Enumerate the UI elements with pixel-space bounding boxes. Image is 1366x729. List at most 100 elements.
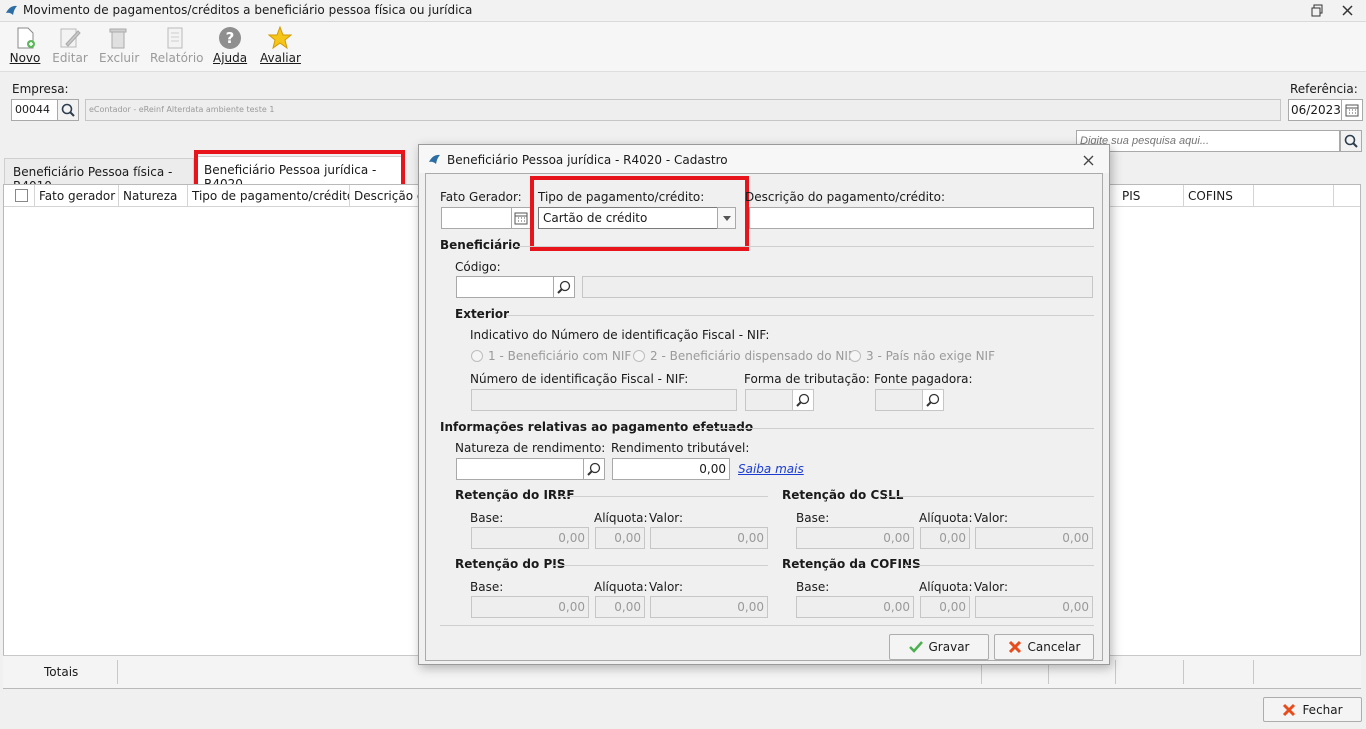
cofins-valor-input: 0,00	[975, 596, 1093, 618]
radio-button[interactable]	[471, 350, 483, 362]
select-all-checkbox[interactable]	[15, 189, 28, 202]
forma-tributacao-input	[745, 389, 793, 411]
natureza-rendimento-search-button[interactable]	[583, 458, 605, 480]
section-separator	[904, 565, 1094, 566]
retencao-csll-title: Retenção do CSLL	[782, 488, 904, 502]
close-x-icon	[1283, 703, 1296, 716]
section-separator	[552, 565, 768, 566]
fato-gerador-input[interactable]	[441, 207, 512, 229]
cofins-base-label: Base:	[796, 580, 830, 594]
col-pis[interactable]: PIS	[1118, 185, 1184, 207]
descricao-label: Descrição do pagamento/crédito:	[745, 190, 946, 204]
radio-button[interactable]	[633, 350, 645, 362]
report-icon	[167, 27, 183, 49]
exterior-section-title: Exterior	[455, 307, 510, 321]
irrf-base-label: Base:	[470, 511, 504, 525]
cofins-base-input: 0,00	[796, 596, 914, 618]
saiba-mais-link[interactable]: Saiba mais	[738, 462, 804, 476]
pis-valor-label: Valor:	[649, 580, 684, 594]
footer-separator	[440, 625, 1094, 626]
irrf-valor-input: 0,00	[650, 527, 768, 549]
search-button[interactable]	[1340, 130, 1362, 152]
section-separator	[514, 246, 1094, 247]
nif-option-3[interactable]: 3 - País não exige NIF	[849, 349, 995, 363]
novo-button[interactable]: Novo	[8, 26, 42, 70]
magnifier-icon	[926, 393, 940, 407]
ajuda-button[interactable]: ? Ajuda	[213, 26, 247, 70]
codigo-label: Código:	[455, 260, 501, 274]
col-natureza[interactable]: Natureza	[119, 185, 188, 207]
radio-button[interactable]	[849, 350, 861, 362]
nif-option-1[interactable]: 1 - Beneficiário com NIF	[471, 349, 631, 363]
col-tipo-pagamento[interactable]: Tipo de pagamento/crédito	[188, 185, 350, 207]
rendimento-tributavel-label: Rendimento tributável:	[611, 441, 750, 455]
info-section-title: Informações relativas ao pagamento efetu…	[440, 420, 754, 434]
totals-divider	[1253, 660, 1254, 684]
help-icon: ?	[219, 27, 241, 49]
svg-text:?: ?	[226, 29, 235, 47]
checkmark-icon	[908, 641, 923, 653]
empresa-code-input[interactable]: 00044	[11, 99, 58, 121]
natureza-rendimento-label: Natureza de rendimento:	[455, 441, 606, 455]
cofins-valor-label: Valor:	[974, 580, 1009, 594]
beneficiario-name-field	[582, 276, 1093, 298]
forma-tributacao-search-button[interactable]	[792, 389, 814, 411]
codigo-search-button[interactable]	[553, 276, 575, 298]
referencia-input[interactable]: 06/2023	[1288, 99, 1342, 121]
fechar-button[interactable]: Fechar	[1263, 697, 1362, 722]
csll-valor-input: 0,00	[975, 527, 1093, 549]
excluir-button[interactable]: Excluir	[99, 26, 139, 70]
restore-icon[interactable]	[1311, 4, 1324, 17]
dialog-title: Beneficiário Pessoa jurídica - R4020 - C…	[447, 153, 728, 167]
avaliar-button[interactable]: Avaliar	[260, 26, 301, 70]
editar-button[interactable]: Editar	[52, 26, 88, 70]
retencao-pis-title: Retenção do PIS	[455, 557, 566, 571]
magnifier-icon	[557, 280, 571, 294]
toolbar: Novo Editar Excluir Relatório ? Ajuda Av…	[0, 22, 1366, 72]
search-input[interactable]	[1076, 130, 1340, 152]
totals-label: Totais	[44, 665, 79, 679]
csll-valor-label: Valor:	[974, 511, 1009, 525]
referencia-label: Referência:	[1290, 82, 1358, 96]
irrf-base-input: 0,00	[471, 527, 589, 549]
retencao-irrf-title: Retenção do IRRF	[455, 488, 575, 502]
section-separator	[886, 496, 1094, 497]
rendimento-tributavel-input[interactable]: 0,00	[612, 458, 730, 480]
pis-aliquota-input: 0,00	[595, 596, 645, 618]
star-icon	[268, 26, 292, 50]
section-separator	[506, 315, 1094, 316]
empresa-name-field: eContador - eReinf Alterdata ambiente te…	[85, 99, 1281, 121]
section-separator	[702, 428, 1094, 429]
window-titlebar: Movimento de pagamentos/créditos a benef…	[0, 0, 1366, 22]
descricao-input[interactable]	[749, 207, 1094, 229]
col-empty	[1254, 185, 1334, 207]
fato-gerador-label: Fato Gerador:	[440, 190, 522, 204]
trash-icon	[109, 28, 127, 49]
cancelar-button[interactable]: Cancelar	[994, 634, 1094, 660]
nif-option-2[interactable]: 2 - Beneficiário dispensado do NIF	[633, 349, 855, 363]
gravar-button[interactable]: Gravar	[889, 634, 989, 660]
referencia-calendar-button[interactable]	[1341, 99, 1363, 121]
natureza-rendimento-input[interactable]	[456, 458, 584, 480]
tab-pessoa-fisica[interactable]: Beneficiário Pessoa física - R4010	[4, 158, 194, 193]
relatorio-button[interactable]: Relatório	[150, 26, 204, 70]
fonte-pagadora-search-button[interactable]	[922, 389, 944, 411]
csll-base-input: 0,00	[796, 527, 914, 549]
dialog-titlebar: Beneficiário Pessoa jurídica - R4020 - C…	[419, 145, 1109, 173]
dialog-body: Fato Gerador: Tipo de pagamento/crédito:…	[425, 173, 1103, 661]
close-icon[interactable]	[1341, 4, 1354, 17]
totals-divider	[1115, 660, 1116, 684]
section-separator	[558, 496, 768, 497]
irrf-aliquota-label: Alíquota:	[594, 511, 648, 525]
nif-input	[471, 389, 737, 411]
empresa-search-button[interactable]	[57, 99, 79, 121]
window-title: Movimento de pagamentos/créditos a benef…	[23, 3, 473, 17]
col-descricao[interactable]: Descrição do pagamento/crédito	[350, 185, 422, 207]
fato-gerador-calendar-button[interactable]	[511, 207, 531, 229]
codigo-input[interactable]	[456, 276, 554, 298]
calendar-icon	[514, 212, 528, 225]
col-cofins[interactable]: COFINS	[1184, 185, 1254, 207]
dialog-close-icon[interactable]	[1083, 155, 1094, 166]
col-fato-gerador[interactable]: Fato gerador	[35, 185, 119, 207]
fonte-pagadora-label: Fonte pagadora:	[874, 372, 973, 386]
